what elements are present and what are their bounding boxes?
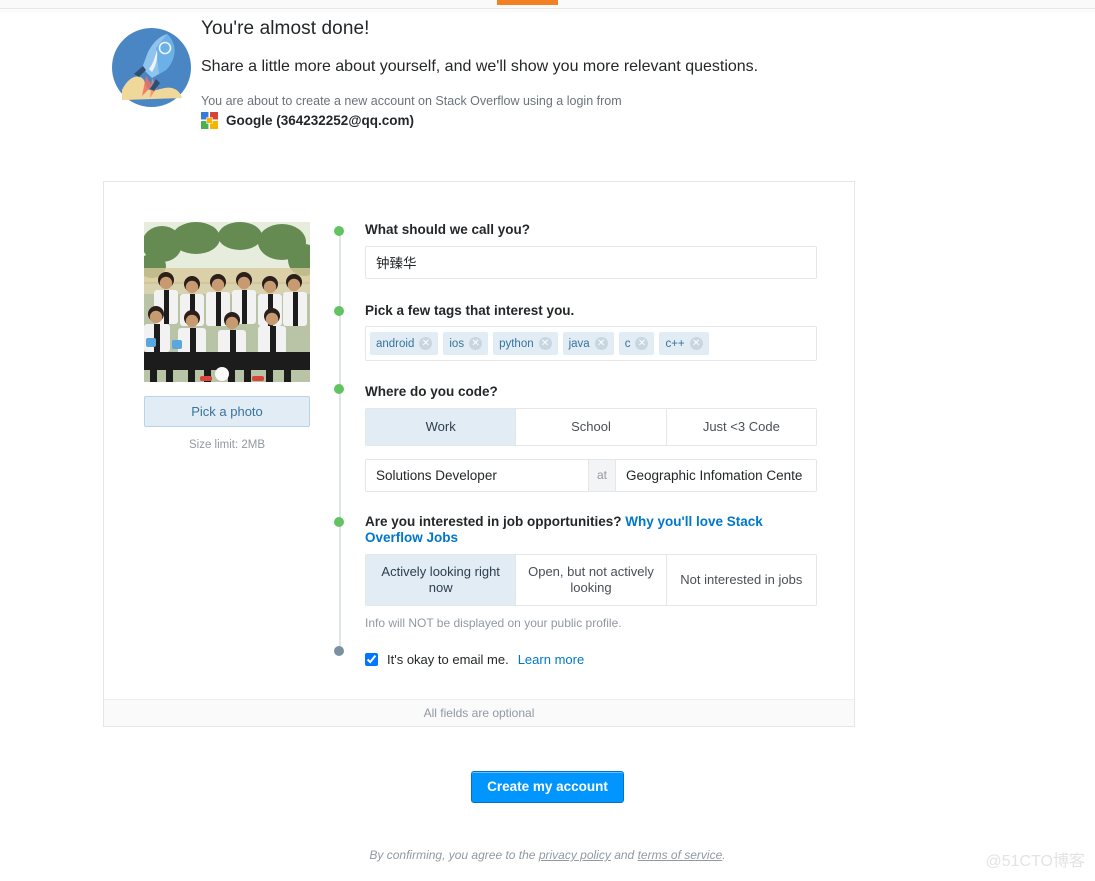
legal-prefix: By confirming, you agree to the <box>369 848 539 862</box>
field-job-opportunities: Are you interested in job opportunities?… <box>365 514 817 630</box>
segment-actively-looking[interactable]: Actively looking right now <box>366 554 517 605</box>
segment-not-interested[interactable]: Not interested in jobs <box>667 555 816 605</box>
page-subtitle: Share a little more about yourself, and … <box>201 58 759 75</box>
close-icon[interactable]: ✕ <box>469 337 483 350</box>
email-optin-label: It's okay to email me. <box>387 651 509 667</box>
learn-more-link[interactable]: Learn more <box>518 652 584 667</box>
job-privacy-hint: Info will NOT be displayed on your publi… <box>365 615 622 630</box>
tag-chip[interactable]: c ✕ <box>618 332 655 355</box>
timeline-dot-tags <box>334 306 344 316</box>
where-code-segmented: Work School Just <3 Code <box>365 407 817 446</box>
tag-chip[interactable]: java ✕ <box>562 332 614 355</box>
tags-label: Pick a few tags that interest you. <box>365 302 575 318</box>
watermark: @51CTO博客 <box>985 853 1085 870</box>
photo-column: Pick a photo Size limit: 2MB <box>144 222 310 451</box>
field-email-optin: It's okay to email me. Learn more <box>365 652 817 667</box>
pick-photo-button[interactable]: Pick a photo <box>144 396 310 427</box>
submit-area: Create my account <box>0 771 1095 803</box>
tag-chip[interactable]: ios ✕ <box>443 332 489 355</box>
login-provider-row: Google (364232252@qq.com) <box>201 112 901 129</box>
job-status-segmented: Actively looking right now Open, but not… <box>365 553 817 606</box>
page-title: You're almost done! <box>201 18 370 39</box>
form-fields: What should we call you? Pick a few tags… <box>365 222 817 667</box>
job-opportunities-label: Are you interested in job opportunities?… <box>365 514 817 547</box>
tag-chip[interactable]: python ✕ <box>493 332 558 355</box>
timeline-line <box>339 232 341 652</box>
progress-timeline <box>334 226 346 656</box>
create-account-button[interactable]: Create my account <box>471 771 624 803</box>
job-title-input[interactable] <box>366 459 588 491</box>
legal-suffix: . <box>722 848 726 862</box>
tag-label: c <box>624 337 631 350</box>
timeline-dot-name <box>334 226 344 236</box>
rocket-icon <box>112 28 191 107</box>
tags-input[interactable]: android ✕ ios ✕ python ✕ java ✕ c ✕ c++ ✕ <box>365 326 817 361</box>
job-company-group: at <box>365 458 817 492</box>
timeline-dot-where <box>334 384 344 394</box>
account-note: You are about to create a new account on… <box>201 94 622 108</box>
signup-card: Pick a photo Size limit: 2MB What should… <box>103 181 855 727</box>
active-tab-indicator <box>497 0 558 5</box>
tag-chip[interactable]: c++ ✕ <box>659 332 709 355</box>
tag-label: java <box>568 337 590 350</box>
where-code-label: Where do you code? <box>365 384 498 399</box>
legal-middle: and <box>610 848 638 862</box>
tag-label: ios <box>449 337 465 350</box>
close-icon[interactable]: ✕ <box>635 337 649 350</box>
close-icon[interactable]: ✕ <box>689 337 703 350</box>
display-name-label: What should we call you? <box>365 222 531 237</box>
job-opportunities-question: Are you interested in job opportunities? <box>365 513 622 529</box>
field-where-code: Where do you code? Work School Just <3 C… <box>365 384 817 492</box>
login-provider-label: Google (364232252@qq.com) <box>226 113 414 128</box>
all-fields-optional-note: All fields are optional <box>423 706 535 720</box>
field-tags: Pick a few tags that interest you. andro… <box>365 302 817 361</box>
tag-chip[interactable]: android ✕ <box>370 332 439 355</box>
company-input[interactable] <box>616 459 816 491</box>
avatar-preview <box>144 222 310 382</box>
close-icon[interactable]: ✕ <box>594 337 608 350</box>
terms-of-service-link[interactable]: terms of service <box>638 848 723 862</box>
legal-text: By confirming, you agree to the privacy … <box>0 848 1095 862</box>
segment-school[interactable]: School <box>516 408 667 445</box>
card-footer: All fields are optional <box>104 699 854 726</box>
segment-work[interactable]: Work <box>366 408 517 445</box>
close-icon[interactable]: ✕ <box>538 337 552 350</box>
tag-label: python <box>499 337 534 350</box>
close-icon[interactable]: ✕ <box>419 337 433 350</box>
timeline-dot-email <box>334 646 344 656</box>
at-separator-label: at <box>588 459 616 491</box>
tag-label: android <box>376 337 415 350</box>
tag-label: c++ <box>665 337 685 350</box>
timeline-dot-jobs <box>334 517 344 527</box>
segment-just-code[interactable]: Just <3 Code <box>667 409 816 445</box>
privacy-policy-link[interactable]: privacy policy <box>539 848 611 862</box>
team-photo <box>144 222 310 382</box>
top-bar-shadow <box>0 10 1095 14</box>
browser-top-bar <box>0 0 1095 9</box>
size-limit-label: Size limit: 2MB <box>188 439 266 451</box>
google-icon <box>201 112 218 129</box>
segment-open-not-looking[interactable]: Open, but not actively looking <box>516 554 667 605</box>
field-display-name: What should we call you? <box>365 222 817 279</box>
email-optin-checkbox[interactable] <box>365 652 378 666</box>
display-name-input[interactable] <box>365 245 817 279</box>
